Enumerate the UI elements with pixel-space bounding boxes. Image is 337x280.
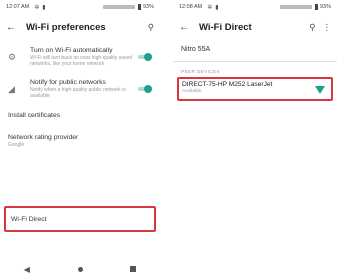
gear-icon: ✲ [34,4,40,11]
signal-icon [102,5,135,9]
install-certificates-label: Install certificates [8,112,61,119]
network-rating-summary: Google [8,142,25,148]
app-bar: ← Wi-Fi preferences ⚲ [0,14,160,40]
pref-summary: Notify when a high-quality public networ… [30,87,126,99]
page-title: Wi-Fi Direct [199,21,252,33]
status-time: 12:08 AM [179,4,203,10]
install-certificates-item[interactable]: Install certificates [0,108,160,124]
peer-devices-header: PEER DEVICES [181,70,221,75]
peer-device-name: DIRECT-75-HP M252 LaserJet [182,81,273,88]
battery-icon [137,4,141,10]
battery-level: 93% [142,4,154,10]
status-time: 12:07 AM [6,4,30,10]
pref-turn-on-wifi-auto[interactable]: ⚙ Turn on Wi-Fi automatically Wi-Fi will… [0,44,160,70]
status-bar: 12:08 AM ✲ ▮ 93% [173,0,337,14]
battery-icon [314,4,318,10]
search-icon[interactable]: ⚲ [148,22,154,33]
file-icon: ▮ [42,4,46,11]
wifi-auto-toggle[interactable] [137,53,152,61]
file-icon: ▮ [215,4,219,11]
nav-back-icon[interactable]: ◀ [24,265,30,274]
nav-home-icon[interactable] [77,266,83,272]
wifi-direct-screen: 12:08 AM ✲ ▮ 93% ← Wi-Fi Direct ⚲ ⋮ Nitr… [173,0,337,280]
nav-bar: ◀ [0,258,160,280]
notify-public-toggle[interactable] [137,85,152,93]
peer-device-item[interactable]: DIRECT-75-HP M252 LaserJet Available [177,77,333,101]
pref-notify-public-networks[interactable]: ◢ Notify for public networks Notify when… [0,76,160,102]
pref-title: Notify for public networks [30,79,106,86]
app-bar: ← Wi-Fi Direct ⚲ ⋮ [173,14,337,40]
wifi-notify-icon: ◢ [8,83,15,94]
wifi-preferences-screen: 12:07 AM ✲ ▮ 93% ← Wi-Fi preferences ⚲ ⚙… [0,0,160,280]
back-arrow-icon[interactable]: ← [179,22,199,33]
divider [173,61,337,62]
signal-icon [279,5,312,9]
wifi-direct-item[interactable]: Wi-Fi Direct [4,206,156,232]
status-bar: 12:07 AM ✲ ▮ 93% [0,0,160,14]
page-title: Wi-Fi preferences [26,21,106,33]
wifi-direct-label: Wi-Fi Direct [11,215,47,223]
network-rating-title: Network rating provider [8,134,79,141]
pref-summary: Wi-Fi will turn back on near high-qualit… [30,55,132,67]
nav-recents-icon[interactable] [130,266,137,272]
peer-device-status: Available [182,89,202,94]
back-arrow-icon[interactable]: ← [6,22,26,33]
gear-icon: ✲ [207,4,213,11]
wifi-auto-icon: ⚙ [8,51,17,62]
more-options-icon[interactable]: ⋮ [323,22,332,33]
wifi-signal-icon [315,86,325,94]
this-device-name[interactable]: Nitro 55A [173,40,337,59]
search-icon[interactable]: ⚲ [309,22,315,33]
battery-level: 93% [319,4,331,10]
pref-title: Turn on Wi-Fi automatically [30,47,113,54]
network-rating-provider-item[interactable]: Network rating provider Google [0,130,160,152]
